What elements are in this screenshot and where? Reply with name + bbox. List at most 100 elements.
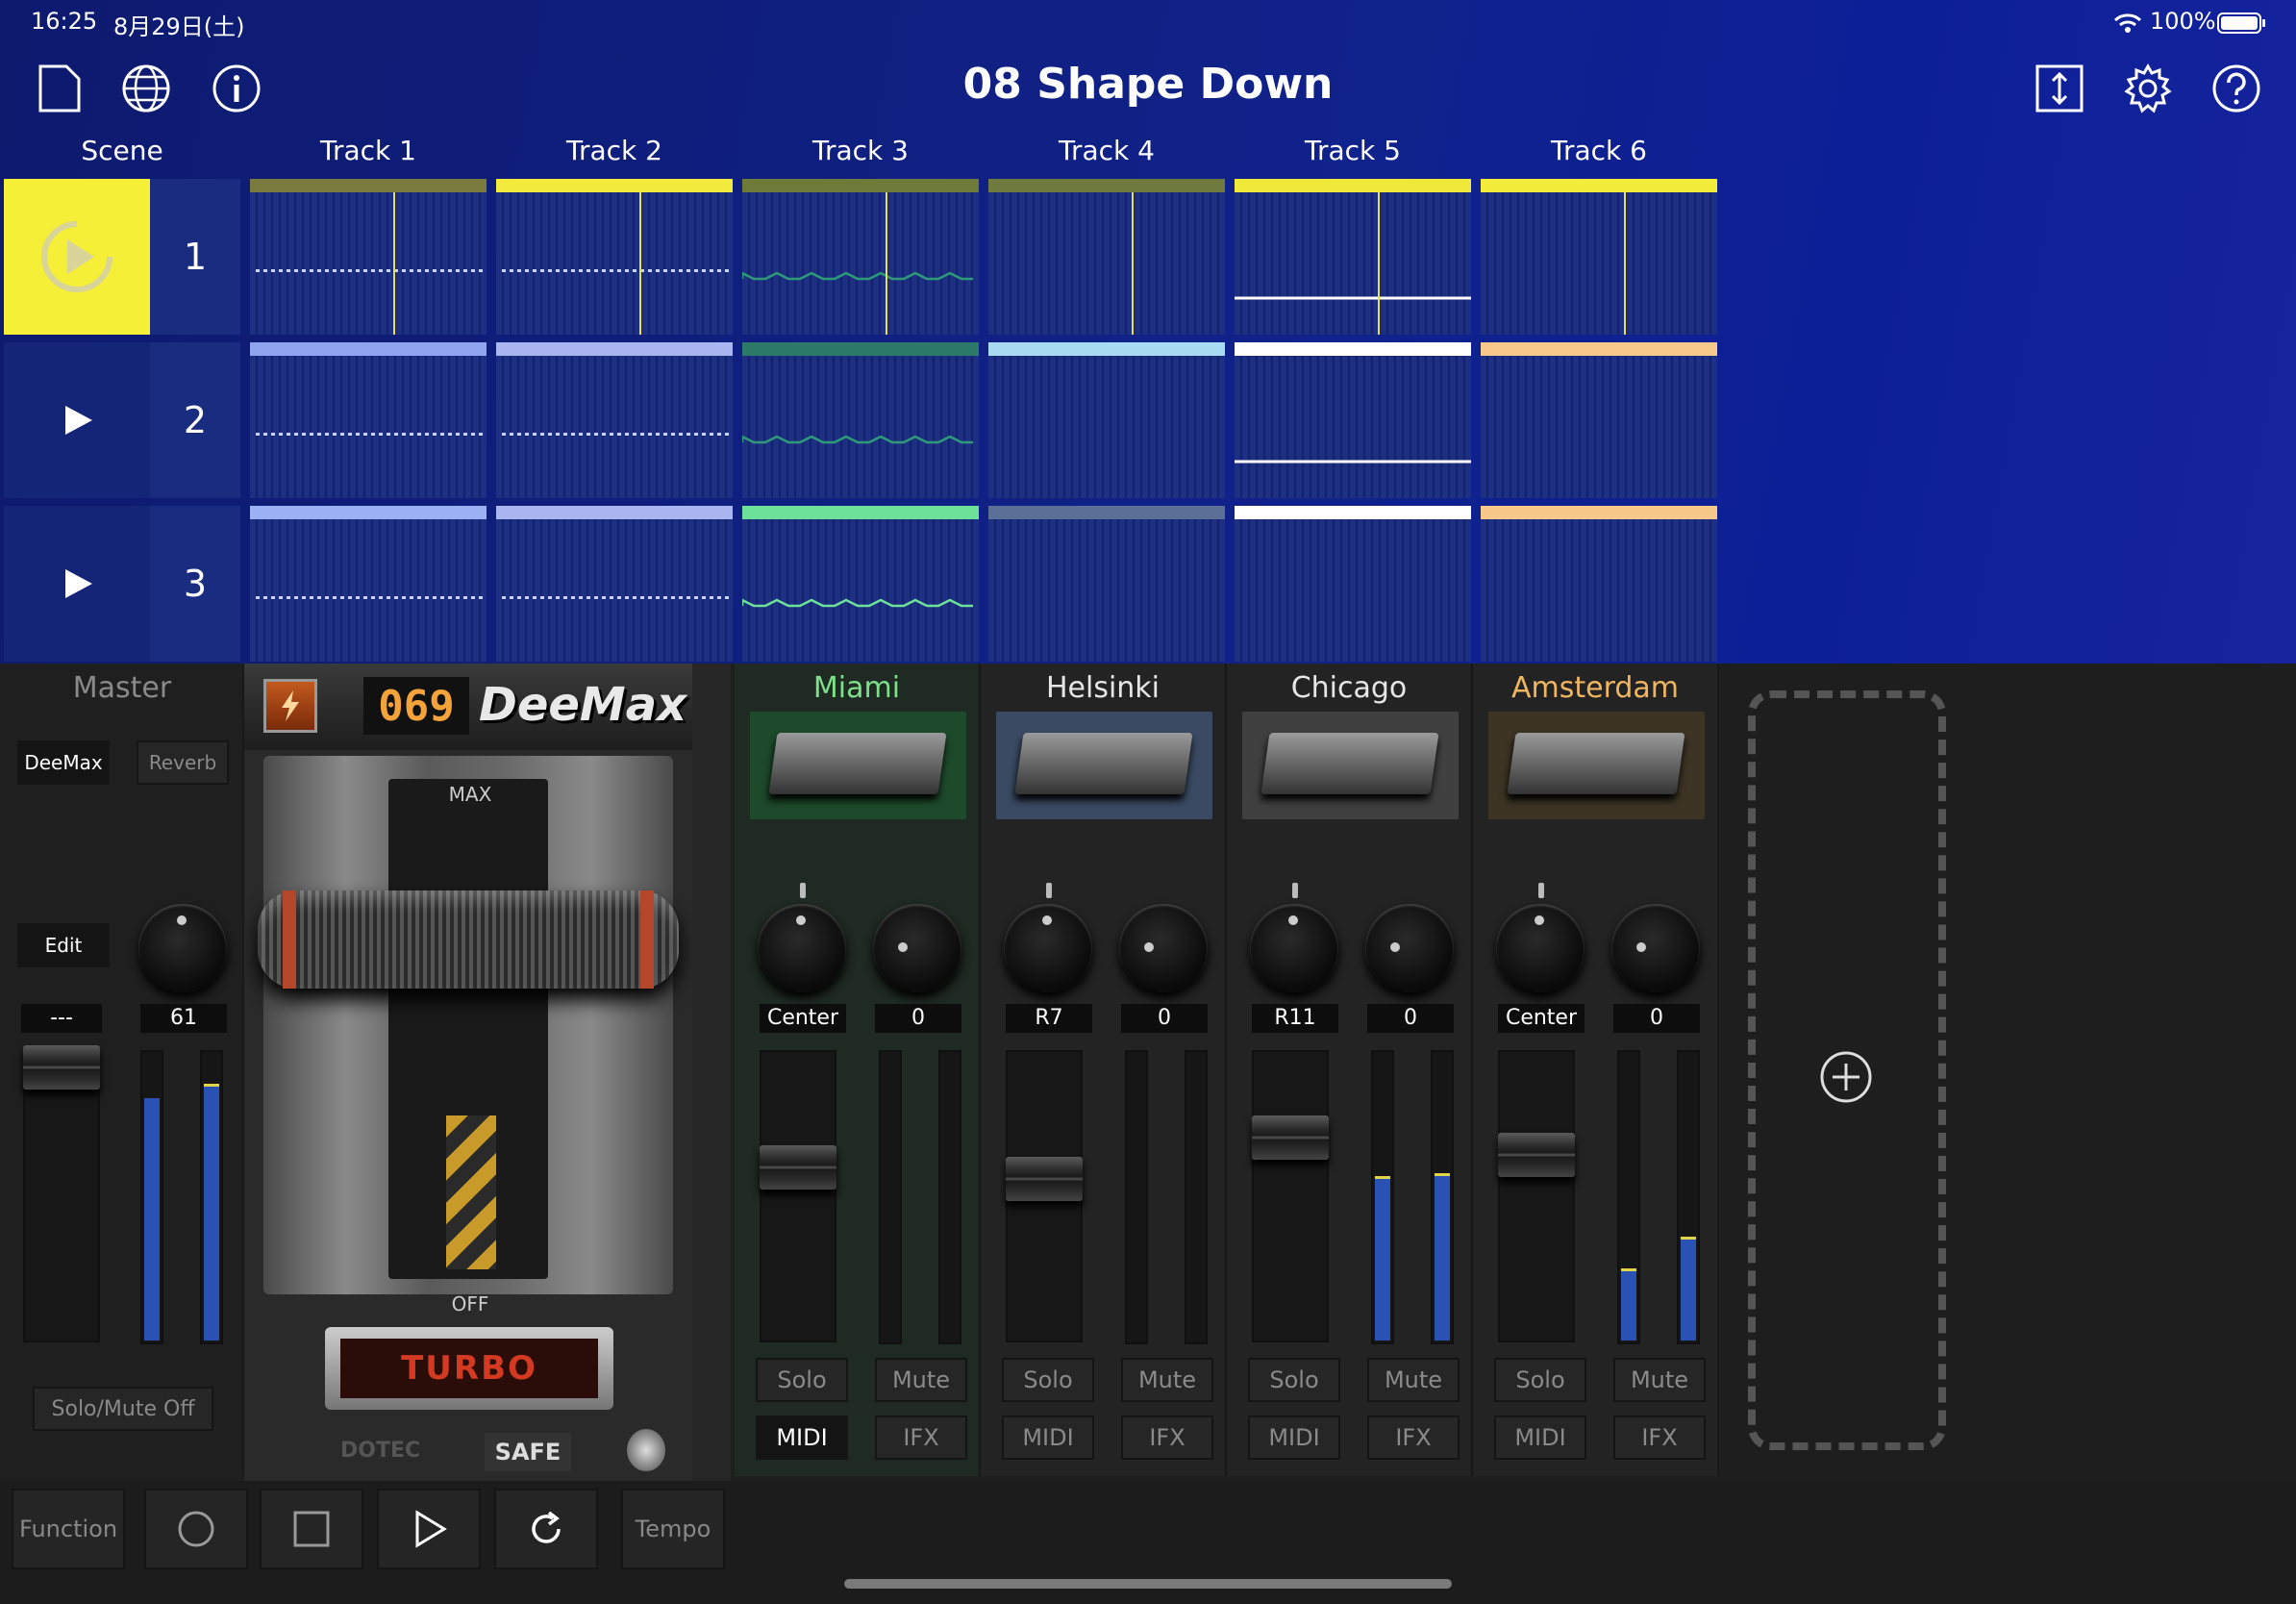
pan-knob[interactable] <box>758 904 846 992</box>
send-knob[interactable] <box>1365 904 1454 992</box>
ifx-button[interactable]: IFX <box>1613 1416 1706 1460</box>
clip-color-bar <box>988 342 1225 356</box>
clip-cell[interactable] <box>496 506 733 662</box>
scene-play-icon[interactable] <box>4 342 150 498</box>
send-value: 0 <box>875 1004 961 1033</box>
instrument-thumbnail[interactable] <box>1488 712 1705 819</box>
pan-knob[interactable] <box>1250 904 1338 992</box>
clip-cell[interactable] <box>1235 506 1471 662</box>
send-value: 0 <box>1613 1004 1700 1033</box>
stop-button[interactable] <box>260 1489 363 1569</box>
throttle-lever[interactable] <box>258 890 679 989</box>
clip-cell[interactable] <box>1481 506 1717 662</box>
master-meter-right <box>200 1050 223 1344</box>
solo-mute-off-button[interactable]: Solo/Mute Off <box>33 1387 213 1431</box>
master-fader[interactable] <box>23 1045 100 1090</box>
mute-button[interactable]: Mute <box>1613 1358 1706 1402</box>
meter-left <box>1617 1050 1640 1344</box>
clip-cell[interactable] <box>988 342 1225 498</box>
loop-button[interactable] <box>494 1489 598 1569</box>
volume-fader[interactable] <box>1252 1115 1329 1160</box>
clip-cell[interactable] <box>250 506 487 662</box>
clip-cell[interactable] <box>1235 342 1471 498</box>
clip-cell[interactable] <box>988 506 1225 662</box>
fx-slot-reverb[interactable]: Reverb <box>137 740 229 785</box>
function-button[interactable]: Function <box>12 1489 125 1569</box>
meter-left <box>1125 1050 1148 1344</box>
scene-play-icon[interactable] <box>4 179 150 335</box>
clip-cell[interactable] <box>742 179 979 335</box>
midi-button[interactable]: MIDI <box>756 1416 848 1460</box>
clip-cell[interactable] <box>742 506 979 662</box>
gear-icon[interactable] <box>2121 62 2175 115</box>
clip-cell[interactable] <box>496 342 733 498</box>
instrument-thumbnail[interactable] <box>1242 712 1459 819</box>
plugin-name: DeeMax <box>478 678 687 732</box>
midi-button[interactable]: MIDI <box>1494 1416 1586 1460</box>
clip-color-bar <box>250 342 487 356</box>
scene-number: 1 <box>150 179 240 335</box>
send-knob[interactable] <box>1611 904 1700 992</box>
mute-button[interactable]: Mute <box>1121 1358 1213 1402</box>
edit-button[interactable]: Edit <box>17 923 110 967</box>
pan-center-tick <box>1538 883 1544 898</box>
help-icon[interactable] <box>2209 62 2263 115</box>
solo-button[interactable]: Solo <box>1494 1358 1586 1402</box>
solo-button[interactable]: Solo <box>1002 1358 1094 1402</box>
volume-fader[interactable] <box>1498 1133 1575 1177</box>
ifx-button[interactable]: IFX <box>1367 1416 1460 1460</box>
fx-slot-deemax[interactable]: DeeMax <box>17 740 110 785</box>
clip-cell[interactable] <box>250 179 487 335</box>
tempo-button[interactable]: Tempo <box>621 1489 725 1569</box>
scene-play-icon[interactable] <box>4 506 150 662</box>
status-date: 8月29日(土) <box>113 13 245 40</box>
power-icon[interactable] <box>263 679 317 733</box>
channel-name: Amsterdam <box>1510 671 1680 705</box>
solo-button[interactable]: Solo <box>1248 1358 1340 1402</box>
brand-label: DOTEC <box>340 1439 421 1463</box>
pan-value: Center <box>760 1004 846 1033</box>
clip-cell[interactable] <box>250 342 487 498</box>
master-meter-left <box>140 1050 163 1344</box>
add-icon[interactable] <box>1817 1048 1875 1106</box>
home-indicator <box>844 1579 1452 1589</box>
volume-fader[interactable] <box>1006 1157 1083 1201</box>
scene-row-1[interactable]: 1 <box>4 179 240 335</box>
send-knob[interactable] <box>1119 904 1208 992</box>
ifx-button[interactable]: IFX <box>875 1416 967 1460</box>
track-header: Track 6 <box>1551 135 1647 166</box>
clip-notes <box>1481 356 1717 498</box>
turbo-button[interactable]: TURBO <box>340 1339 598 1398</box>
clip-notes <box>256 192 483 335</box>
pan-knob[interactable] <box>1496 904 1585 992</box>
safe-switch-icon[interactable] <box>627 1429 665 1471</box>
pan-knob[interactable] <box>1004 904 1092 992</box>
instrument-thumbnail[interactable] <box>750 712 966 819</box>
ifx-button[interactable]: IFX <box>1121 1416 1213 1460</box>
clip-cell[interactable] <box>496 179 733 335</box>
clip-cell[interactable] <box>988 179 1225 335</box>
meter-right <box>1677 1050 1700 1344</box>
solo-button[interactable]: Solo <box>756 1358 848 1402</box>
clip-color-bar <box>250 506 487 519</box>
send-knob[interactable] <box>873 904 961 992</box>
clip-cell[interactable] <box>1235 179 1471 335</box>
mute-button[interactable]: Mute <box>875 1358 967 1402</box>
scene-row-3[interactable]: 3 <box>4 506 240 662</box>
master-volume-value: 61 <box>140 1004 227 1033</box>
mute-button[interactable]: Mute <box>1367 1358 1460 1402</box>
volume-fader[interactable] <box>760 1145 836 1190</box>
resize-icon[interactable] <box>2034 63 2084 113</box>
clip-cell[interactable] <box>742 342 979 498</box>
master-volume-knob[interactable] <box>138 904 227 992</box>
midi-button[interactable]: MIDI <box>1248 1416 1340 1460</box>
instrument-thumbnail[interactable] <box>996 712 1212 819</box>
master-label: Master <box>72 671 172 705</box>
record-button[interactable] <box>144 1489 248 1569</box>
play-button[interactable] <box>377 1489 481 1569</box>
clip-cell[interactable] <box>1481 342 1717 498</box>
max-label: MAX <box>448 783 492 806</box>
clip-cell[interactable] <box>1481 179 1717 335</box>
midi-button[interactable]: MIDI <box>1002 1416 1094 1460</box>
scene-row-2[interactable]: 2 <box>4 342 240 498</box>
